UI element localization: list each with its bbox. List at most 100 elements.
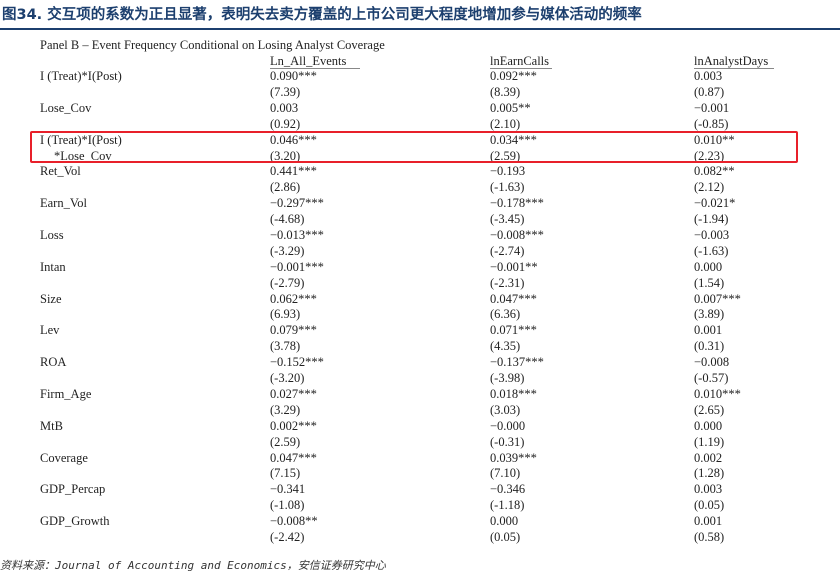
variable-name: GDP_Growth — [40, 514, 110, 529]
coefficient: 0.000 — [490, 514, 519, 529]
variable-cell: Coverage — [40, 451, 88, 467]
variable-name: Lev — [40, 323, 60, 338]
coef-cell-lnanalystdays: −0.003 (-1.63) — [694, 228, 729, 260]
t-statistic: (0.31) — [694, 339, 725, 354]
coef-cell-ln-all-events: −0.341 (-1.08) — [270, 482, 305, 514]
t-statistic: (3.89) — [694, 307, 725, 322]
variable-name: MtB — [40, 418, 63, 433]
t-statistic: (-3.98) — [490, 371, 525, 386]
variable-name: GDP_Percap — [40, 482, 106, 497]
coefficient: 0.001 — [694, 323, 723, 338]
t-statistic: (-1.63) — [694, 243, 729, 258]
t-statistic: (3.03) — [490, 402, 521, 417]
highlight-box — [30, 131, 798, 163]
variable-cell: Earn_Vol — [40, 196, 87, 212]
coefficient: −0.013*** — [270, 227, 324, 242]
coefficient: 0.002 — [694, 450, 723, 465]
coef-cell-lnearncalls: −0.137*** (-3.98) — [490, 355, 544, 387]
variable-cell: Firm_Age — [40, 387, 91, 403]
coef-cell-lnearncalls: 0.018*** (3.03) — [490, 387, 537, 419]
t-statistic: (-2.79) — [270, 275, 305, 290]
coefficient: −0.341 — [270, 482, 306, 497]
t-statistic: (7.10) — [490, 466, 521, 481]
table-row: Firm_Age 0.027*** (3.29) 0.018*** (3.03) 0.01… — [0, 387, 840, 419]
variable-name: I (Treat)*I(Post) — [40, 69, 122, 83]
coefficient: −0.001*** — [270, 259, 324, 274]
table-row: MtB 0.002*** (2.59) −0.000 (-0.31) 0.000 (1.19… — [0, 419, 840, 451]
coefficient: 0.010*** — [694, 386, 741, 401]
variable-cell: Lose_Cov — [40, 101, 91, 117]
variable-name: ROA — [40, 355, 67, 370]
t-statistic: (0.05) — [694, 498, 725, 513]
coef-cell-ln-all-events: 0.047*** (7.15) — [270, 451, 317, 483]
coef-cell-lnanalystdays: 0.003 (0.05) — [694, 482, 724, 514]
t-statistic: (0.05) — [490, 530, 521, 545]
coef-cell-lnearncalls: −0.178*** (-3.45) — [490, 196, 544, 228]
coefficient: −0.000 — [490, 418, 526, 433]
variable-name: Earn_Vol — [40, 196, 87, 211]
coefficient: −0.297*** — [270, 196, 324, 211]
variable-cell: Ret_Vol — [40, 164, 81, 180]
coef-cell-lnanalystdays: 0.002 (1.28) — [694, 451, 724, 483]
variable-cell: ROA — [40, 355, 66, 371]
table-row: Loss −0.013*** (-3.29) −0.008*** (-2.74) −0.0… — [0, 228, 840, 260]
t-statistic: (4.35) — [490, 339, 521, 354]
variable-cell: GDP_Percap — [40, 482, 105, 498]
coef-cell-lnanalystdays: −0.001 (-0.85) — [694, 101, 729, 133]
coefficient: −0.137*** — [490, 355, 544, 370]
t-statistic: (-1.94) — [694, 212, 729, 227]
table-row: Intan −0.001*** (-2.79) −0.001** (-2.31) 0.00… — [0, 260, 840, 292]
t-statistic: (1.28) — [694, 466, 725, 481]
table-row: Lose_Cov 0.003 (0.92) 0.005** (2.10) −0.001 (-… — [0, 101, 840, 133]
coefficient: −0.001 — [694, 100, 730, 115]
coefficient: 0.441*** — [270, 164, 317, 179]
coef-cell-lnearncalls: 0.005** (2.10) — [490, 101, 531, 133]
coef-cell-ln-all-events: 0.079*** (3.78) — [270, 323, 317, 355]
coef-cell-lnanalystdays: 0.001 (0.31) — [694, 323, 724, 355]
coef-cell-lnearncalls: 0.000 (0.05) — [490, 514, 520, 546]
variable-cell: Loss — [40, 228, 64, 244]
variable-name: Firm_Age — [40, 386, 92, 401]
t-statistic: (3.78) — [270, 339, 301, 354]
coef-cell-lnanalystdays: 0.003 (0.87) — [694, 69, 724, 101]
coefficient: 0.003 — [270, 100, 299, 115]
coef-cell-lnearncalls: −0.000 (-0.31) — [490, 419, 525, 451]
t-statistic: (-2.42) — [270, 530, 305, 545]
coef-cell-ln-all-events: −0.001*** (-2.79) — [270, 260, 324, 292]
coefficient: 0.003 — [694, 69, 723, 83]
t-statistic: (3.29) — [270, 402, 301, 417]
panel-title: Panel B – Event Frequency Conditional on… — [40, 38, 385, 52]
title-divider — [0, 28, 840, 30]
coefficient: 0.001 — [694, 514, 723, 529]
coefficient: −0.346 — [490, 482, 526, 497]
coefficient: −0.008*** — [490, 227, 544, 242]
t-statistic: (2.12) — [694, 180, 725, 195]
coef-cell-ln-all-events: −0.152*** (-3.20) — [270, 355, 324, 387]
variable-name: Size — [40, 291, 62, 306]
coefficient: 0.039*** — [490, 450, 537, 465]
coef-cell-lnanalystdays: 0.000 (1.19) — [694, 419, 724, 451]
coef-cell-lnearncalls: −0.346 (-1.18) — [490, 482, 525, 514]
coef-cell-ln-all-events: −0.297*** (-4.68) — [270, 196, 324, 228]
coef-cell-lnanalystdays: 0.082** (2.12) — [694, 164, 735, 196]
t-statistic: (-0.57) — [694, 371, 729, 386]
coef-cell-ln-all-events: −0.013*** (-3.29) — [270, 228, 324, 260]
table-row: GDP_Growth −0.008** (-2.42) 0.000 (0.05) 0.00… — [0, 514, 840, 546]
variable-cell: Lev — [40, 323, 59, 339]
coefficient: −0.008** — [270, 514, 318, 529]
coefficient: 0.047*** — [490, 291, 537, 306]
coef-cell-lnearncalls: −0.193 (-1.63) — [490, 164, 525, 196]
t-statistic: (-3.20) — [270, 371, 305, 386]
variable-cell: I (Treat)*I(Post) — [40, 69, 122, 85]
coefficient: −0.001** — [490, 259, 538, 274]
variable-name: Loss — [40, 227, 64, 242]
t-statistic: (8.39) — [490, 84, 521, 99]
table-row: I (Treat)*I(Post) 0.090*** (7.39) 0.092***(… — [0, 69, 840, 101]
variable-cell: Intan — [40, 260, 66, 276]
coef-cell-ln-all-events: 0.090*** (7.39) — [270, 69, 317, 101]
coef-cell-ln-all-events: 0.027*** (3.29) — [270, 387, 317, 419]
coefficient: 0.047*** — [270, 450, 317, 465]
coefficient: 0.062*** — [270, 291, 317, 306]
t-statistic: (2.65) — [694, 402, 725, 417]
variable-cell: MtB — [40, 419, 63, 435]
